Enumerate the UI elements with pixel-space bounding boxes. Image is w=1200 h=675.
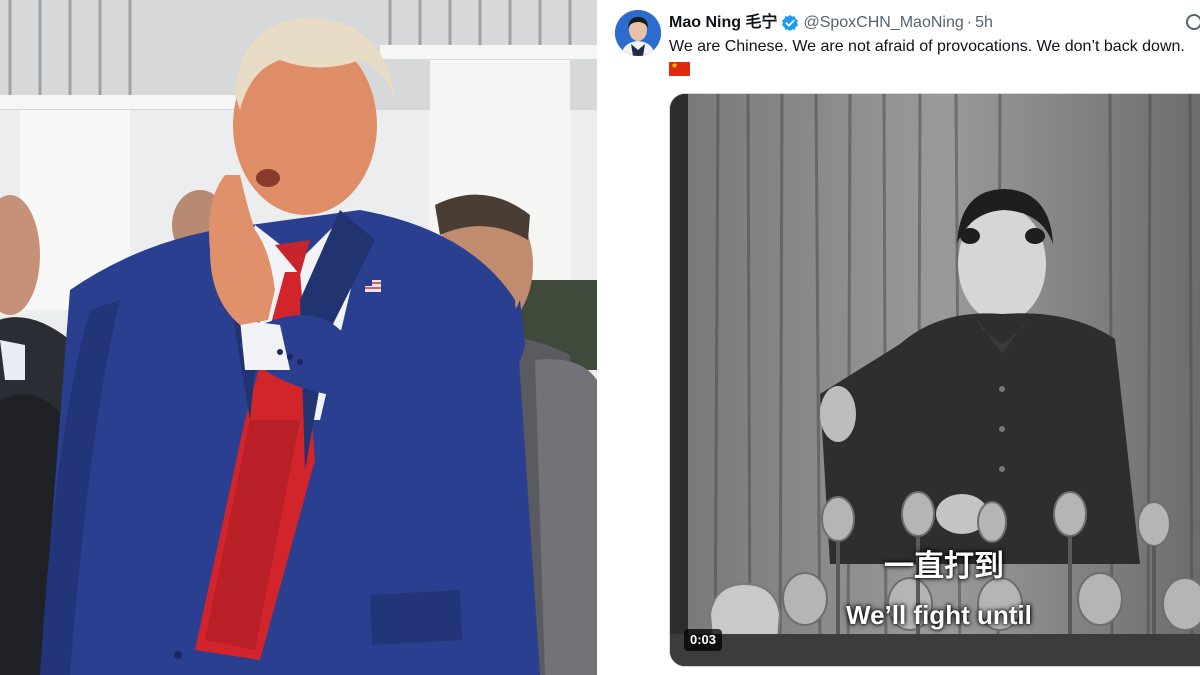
video-player[interactable]: 一直打到 We’ll fight until 0:03: [669, 93, 1200, 667]
tweet-header: Mao Ning 毛宁 @SpoxCHN_MaoNing · 5h: [669, 12, 993, 34]
avatar[interactable]: [615, 10, 661, 56]
avatar-image: [615, 10, 661, 56]
grok-icon[interactable]: [1184, 12, 1200, 32]
user-handle[interactable]: @SpoxCHN_MaoNing: [803, 12, 963, 34]
display-name[interactable]: Mao Ning 毛宁: [669, 12, 777, 34]
press-photo-illustration: [0, 0, 597, 675]
tweet-card[interactable]: Mao Ning 毛宁 @SpoxCHN_MaoNing · 5h We are…: [603, 0, 1200, 675]
video-subtitle-english: We’ll fight until: [846, 600, 1032, 630]
tweet-text: We are Chinese. We are not afraid of pro…: [669, 38, 1185, 55]
verified-badge-icon: [781, 14, 799, 32]
video-duration-badge: 0:03: [684, 629, 723, 651]
video-subtitle-chinese: 一直打到: [884, 549, 1004, 584]
news-photo-left: [0, 0, 597, 675]
timestamp[interactable]: 5h: [975, 12, 993, 34]
separator-dot: ·: [966, 14, 973, 31]
china-flag-icon: ★: [669, 62, 690, 76]
